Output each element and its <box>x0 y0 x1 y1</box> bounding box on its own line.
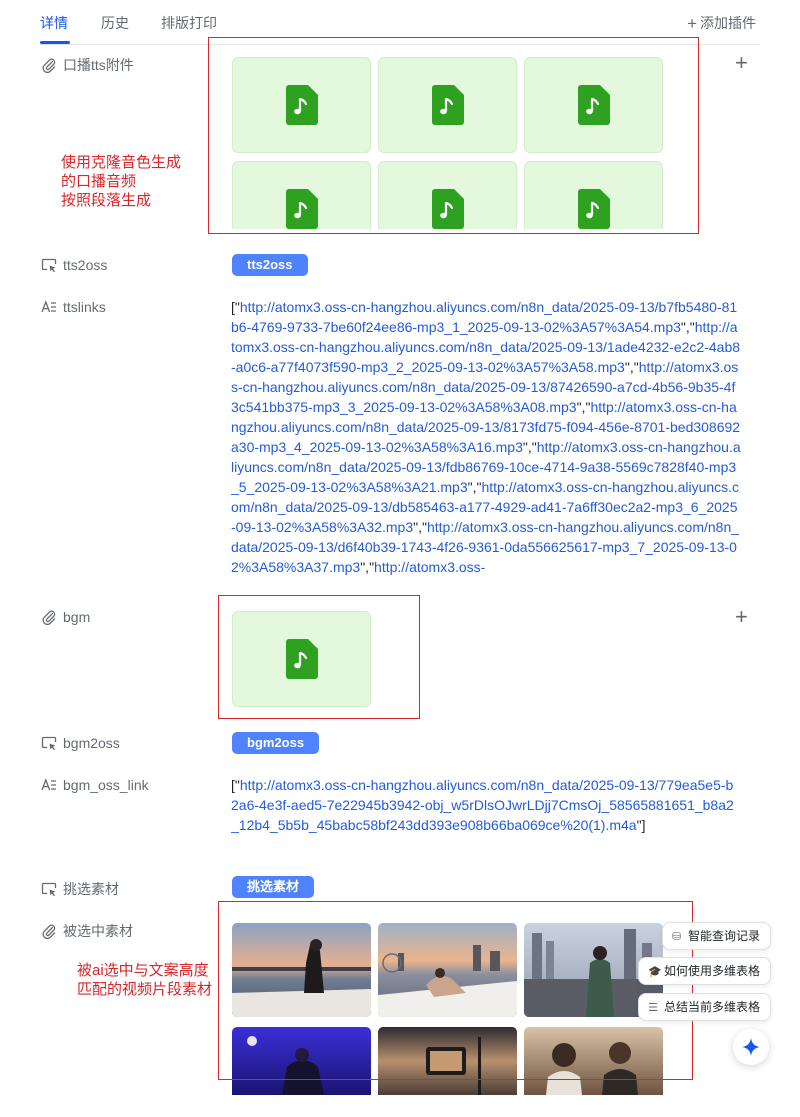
field-label-text: 挑选素材 <box>63 881 119 897</box>
annotation-line: 按照段落生成 <box>61 192 152 209</box>
graduation-cap-icon: 🎓 <box>648 966 662 978</box>
field-select-material: 挑选素材 <box>41 879 119 899</box>
annotation-line: 的口播音频 <box>61 173 137 190</box>
active-tab-indicator <box>40 41 70 44</box>
bgm-audio-tile[interactable] <box>232 611 371 707</box>
music-file-icon <box>286 189 318 229</box>
field-label-text: bgm_oss_link <box>63 777 149 793</box>
link-separator: "," <box>413 519 427 535</box>
summarize-button[interactable]: ☰ 总结当前多维表格 <box>638 993 772 1021</box>
material-thumbnail[interactable] <box>232 923 371 1017</box>
tab-history[interactable]: 历史 <box>101 13 129 33</box>
bracket-open: [" <box>231 299 240 315</box>
music-file-icon <box>578 189 610 229</box>
paperclip-icon <box>42 924 56 939</box>
text-icon <box>41 778 56 791</box>
link-separator: "," <box>576 399 591 415</box>
field-bgm2oss: bgm2oss <box>41 735 120 751</box>
tts-audio-tile[interactable] <box>378 161 517 229</box>
music-file-icon <box>578 85 610 125</box>
cursor-click-icon <box>41 258 57 273</box>
photo-image <box>378 1027 517 1095</box>
add-plugin-button[interactable]: + 添加插件 <box>687 13 756 33</box>
material-thumbnail[interactable] <box>378 923 517 1017</box>
photo-image <box>378 923 517 1017</box>
how-to-use-button[interactable]: 🎓 如何使用多维表格 <box>638 957 772 985</box>
field-label-text: bgm2oss <box>63 735 120 751</box>
tts-audio-tile[interactable] <box>232 57 371 153</box>
list-icon: ☰ <box>648 1002 658 1014</box>
paperclip-icon <box>42 610 56 625</box>
text-icon <box>41 300 56 313</box>
field-label-text: tts2oss <box>63 257 108 273</box>
tab-details[interactable]: 详情 <box>40 13 68 33</box>
how-to-use-label: 如何使用多维表格 <box>664 964 761 978</box>
field-label-text: bgm <box>63 609 91 625</box>
field-label-text: 被选中素材 <box>63 923 133 939</box>
tts-link[interactable]: http://atomx3.oss-cn-hangzhou.aliyuncs.c… <box>231 299 737 335</box>
music-file-icon <box>432 85 464 125</box>
ai-assistant-button[interactable] <box>733 1029 769 1065</box>
tab-bar: 详情 历史 排版打印 + 添加插件 <box>40 0 760 45</box>
smart-query-label: 智能查询记录 <box>688 929 761 943</box>
annotation-line: 匹配的视频片段素材 <box>77 981 213 998</box>
material-thumbnail[interactable] <box>378 1027 517 1095</box>
smart-query-button[interactable]: ⛁ 智能查询记录 <box>662 922 772 950</box>
database-icon: ⛁ <box>672 931 682 943</box>
bgm-link[interactable]: http://atomx3.oss-cn-hangzhou.aliyuncs.c… <box>231 777 734 833</box>
field-tts-attachment: 口播tts附件 <box>41 55 134 75</box>
music-file-icon <box>286 639 318 679</box>
field-label-text: 口播tts附件 <box>63 57 134 73</box>
material-thumbnail[interactable] <box>232 1027 371 1095</box>
bgm-oss-link-value[interactable]: ["http://atomx3.oss-cn-hangzhou.aliyuncs… <box>231 775 741 835</box>
add-bgm-button[interactable]: + <box>735 606 748 628</box>
field-label-text: ttslinks <box>63 299 106 315</box>
add-tts-attachment-button[interactable]: + <box>735 52 748 74</box>
bracket-open: [" <box>231 777 240 793</box>
select-material-button[interactable]: 挑选素材 <box>232 876 315 898</box>
photo-image <box>232 1027 371 1095</box>
ttslinks-value[interactable]: ["http://atomx3.oss-cn-hangzhou.aliyuncs… <box>231 297 741 593</box>
tab-print[interactable]: 排版打印 <box>161 13 217 33</box>
annotation-line: 使用克隆音色生成 <box>61 154 182 171</box>
field-bgm: bgm <box>41 609 90 625</box>
summarize-label: 总结当前多维表格 <box>664 1000 761 1014</box>
bgm2oss-button[interactable]: bgm2oss <box>232 732 320 754</box>
tts-link[interactable]: http://atomx3.oss- <box>374 559 485 575</box>
link-separator: "," <box>624 359 639 375</box>
field-ttslinks: ttslinks <box>41 299 106 315</box>
tts2oss-button[interactable]: tts2oss <box>232 254 308 276</box>
music-file-icon <box>432 189 464 229</box>
field-selected-material: 被选中素材 <box>41 921 133 941</box>
photo-image <box>524 1027 663 1095</box>
tts-audio-tile[interactable] <box>378 57 517 153</box>
bracket-close: "] <box>636 817 646 833</box>
material-thumbnail[interactable] <box>524 1027 663 1095</box>
link-separator: "," <box>360 559 375 575</box>
annotation-material: 被ai选中与文案高度 匹配的视频片段素材 <box>77 961 212 999</box>
paperclip-icon <box>42 58 56 73</box>
add-plugin-label: 添加插件 <box>700 15 756 31</box>
annotation-tts: 使用克隆音色生成 的口播音频 按照段落生成 <box>61 153 181 210</box>
link-separator: "," <box>467 479 482 495</box>
cursor-click-icon <box>41 882 57 897</box>
link-separator: "," <box>680 319 695 335</box>
link-separator: "," <box>522 439 537 455</box>
tts-audio-tile[interactable] <box>232 161 371 229</box>
sparkle-icon <box>742 1038 760 1056</box>
photo-image <box>232 923 371 1017</box>
plus-icon: + <box>687 14 697 33</box>
tts-audio-tile[interactable] <box>524 57 663 153</box>
annotation-line: 被ai选中与文案高度 <box>77 962 209 979</box>
music-file-icon <box>286 85 318 125</box>
cursor-click-icon <box>41 736 57 751</box>
field-bgm-oss-link: bgm_oss_link <box>41 777 149 793</box>
field-tts2oss: tts2oss <box>41 257 107 273</box>
tts-audio-tile[interactable] <box>524 161 663 229</box>
